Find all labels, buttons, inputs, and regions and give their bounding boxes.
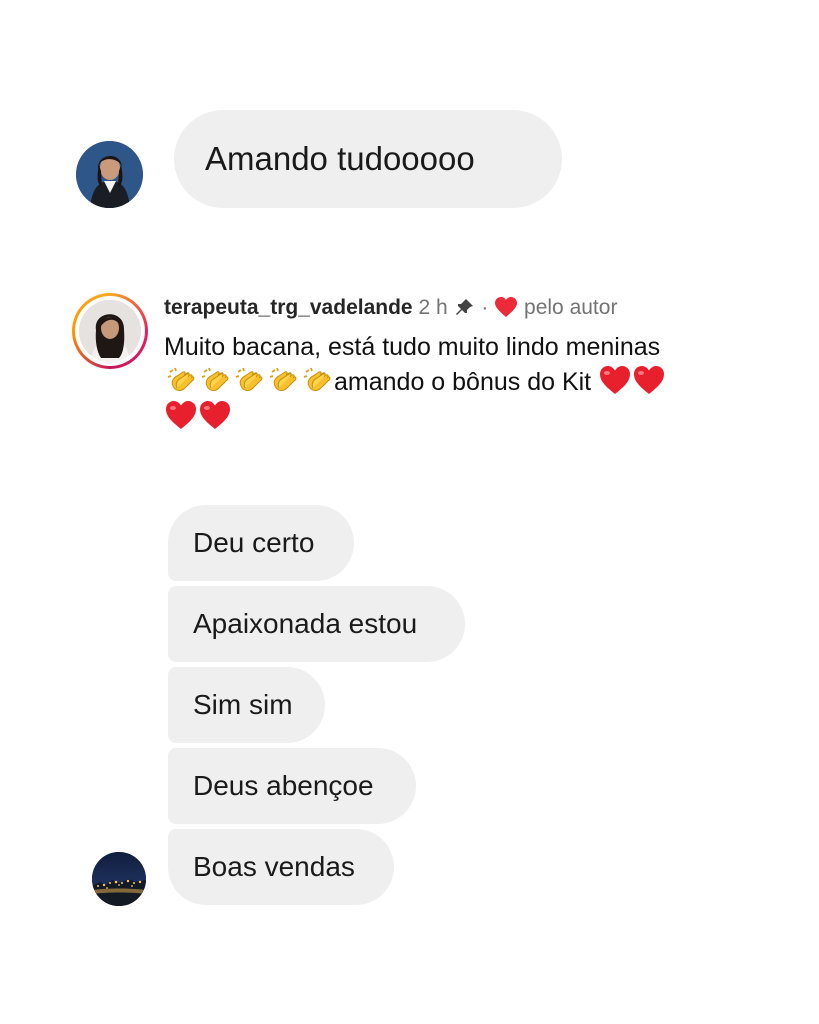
message-bubble[interactable]: Amando tudooooo <box>174 110 562 208</box>
comment-line-2: amando o bônus do Kit <box>164 364 754 399</box>
comment-body: Muito bacana, está tudo muito lindo meni… <box>164 331 754 434</box>
meta-separator: · <box>481 296 489 319</box>
avatar-image <box>92 852 146 906</box>
comment-time: 2 h <box>418 296 448 319</box>
comment-username[interactable]: terapeuta_trg_vadelande <box>164 296 413 319</box>
message-text: Deus abençoe <box>193 770 374 801</box>
comment-line-2-text: amando o bônus do Kit <box>334 368 592 396</box>
comment-header: terapeuta_trg_vadelande 2 h · pelo autor <box>164 294 617 322</box>
message-bubble[interactable]: Boas vendas <box>168 829 394 905</box>
sender-avatar[interactable] <box>92 852 146 906</box>
message-text: Amando tudooooo <box>205 140 475 177</box>
message-text: Apaixonada estou <box>193 608 418 639</box>
message-text: Boas vendas <box>193 851 355 882</box>
comment-line-1: Muito bacana, está tudo muito lindo meni… <box>164 333 661 361</box>
comment-avatar-ring[interactable] <box>72 293 148 369</box>
message-bubble[interactable]: Deus abençoe <box>168 748 416 824</box>
avatar-image <box>76 141 143 208</box>
liked-by-author: pelo autor <box>524 296 618 319</box>
message-bubble[interactable]: Apaixonada estou <box>168 586 465 662</box>
sender-avatar[interactable] <box>76 141 143 208</box>
pin-icon <box>455 299 473 315</box>
clapping-hands-icon <box>269 367 297 391</box>
clapping-hands-icon <box>167 367 195 391</box>
clapping-hands-icon <box>303 367 331 391</box>
comment-avatar <box>79 300 141 362</box>
red-heart-icon <box>200 401 230 429</box>
message-text: Sim sim <box>193 689 293 720</box>
message-text: Deu certo <box>193 527 315 558</box>
message-bubble[interactable]: Sim sim <box>168 667 325 743</box>
red-heart-icon <box>634 366 665 394</box>
clapping-hands-icon <box>235 367 263 391</box>
red-heart-icon <box>600 366 631 394</box>
red-heart-icon <box>166 401 196 429</box>
heart-icon <box>495 297 518 317</box>
comment-line-3 <box>164 399 754 434</box>
comment-avatar-image <box>79 300 141 362</box>
clapping-hands-icon <box>201 367 229 391</box>
message-bubble[interactable]: Deu certo <box>168 505 354 581</box>
